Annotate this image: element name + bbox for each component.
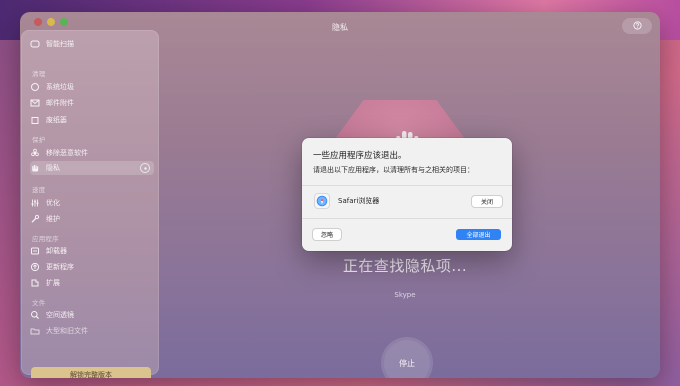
cleanmymac-window: 隐私 智能扫描 清理 系统垃圾 邮件附件 废纸篓 保护 移除恶意软件 隐私 速度… <box>20 12 660 378</box>
sidebar-section-protection: 保护 <box>32 136 46 144</box>
folder-icon <box>30 326 40 336</box>
sidebar-item-updater[interactable]: 更新程序 <box>30 260 154 274</box>
help-button[interactable] <box>622 18 652 34</box>
dialog-app-name: Safari浏览器 <box>338 197 380 205</box>
safari-icon <box>314 193 330 209</box>
unlock-full-version-button[interactable]: 解锁完整版本 <box>31 367 151 378</box>
sidebar-item-label: 废纸篓 <box>46 116 67 124</box>
sidebar-item-label: 邮件附件 <box>46 99 74 107</box>
help-icon <box>632 20 642 32</box>
sidebar-item-maintenance[interactable]: 维护 <box>30 212 154 226</box>
sidebar-item-malware[interactable]: 移除恶意软件 <box>30 146 154 160</box>
sidebar-item-space-lens[interactable]: 空间透镜 <box>30 308 154 322</box>
sidebar-item-optimize[interactable]: 优化 <box>30 196 154 210</box>
sidebar-section-speed: 速度 <box>32 186 46 194</box>
mail-icon <box>30 98 40 108</box>
uninstaller-icon <box>30 246 40 256</box>
smart-scan-icon <box>30 39 40 49</box>
sidebar-item-label: 空间透镜 <box>46 311 74 319</box>
stop-button[interactable]: 停止 <box>384 340 430 378</box>
sidebar-item-mail-attachments[interactable]: 邮件附件 <box>30 96 154 110</box>
sidebar-item-large-old-files[interactable]: 大型和旧文件 <box>30 324 154 338</box>
sidebar-item-system-junk[interactable]: 系统垃圾 <box>30 80 154 94</box>
stop-button-label: 停止 <box>399 358 415 368</box>
dialog-title: 一些应用程序应该退出。 <box>313 151 407 161</box>
sidebar-item-label: 卸载器 <box>46 247 67 255</box>
sidebar-item-label: 系统垃圾 <box>46 83 74 91</box>
sidebar-item-label: 智能扫描 <box>46 40 74 48</box>
sidebar-section-files: 文件 <box>32 299 46 307</box>
sidebar-item-label: 优化 <box>46 199 60 207</box>
quit-apps-dialog: 一些应用程序应该退出。 请退出以下应用程序，以清理所有与之相关的项目： Safa… <box>302 138 512 251</box>
sliders-icon <box>30 198 40 208</box>
update-arrow-icon <box>30 262 40 272</box>
sidebar-item-uninstaller[interactable]: 卸载器 <box>30 244 154 258</box>
hand-icon <box>30 163 40 173</box>
space-lens-icon <box>30 310 40 320</box>
wrench-icon <box>30 214 40 224</box>
dialog-subtitle: 请退出以下应用程序，以清理所有与之相关的项目： <box>313 166 474 174</box>
sidebar-item-label: 维护 <box>46 215 60 223</box>
scan-current-app: Skype <box>394 291 416 299</box>
sidebar-item-label: 扩展 <box>46 279 60 287</box>
sidebar-section-apps: 应用程序 <box>32 235 59 243</box>
sidebar-item-label: 大型和旧文件 <box>46 327 88 335</box>
scan-status-text: 正在查找隐私项... <box>342 257 468 275</box>
sidebar-item-label: 隐私 <box>46 164 60 172</box>
recycle-icon <box>30 82 40 92</box>
dialog-app-row: Safari浏览器 关闭 <box>314 193 502 209</box>
sidebar: 智能扫描 清理 系统垃圾 邮件附件 废纸篓 保护 移除恶意软件 隐私 速度 优化… <box>21 30 159 378</box>
sidebar-section-cleanup: 清理 <box>32 70 46 78</box>
dialog-divider <box>302 218 512 219</box>
ignore-button[interactable]: 忽略 <box>313 229 341 240</box>
sidebar-item-trash[interactable]: 废纸篓 <box>30 113 154 127</box>
active-indicator-icon <box>140 163 150 173</box>
sidebar-item-smart-scan[interactable]: 智能扫描 <box>30 37 154 51</box>
sidebar-item-privacy[interactable]: 隐私 <box>30 161 154 175</box>
trash-icon <box>30 115 40 125</box>
sidebar-item-label: 移除恶意软件 <box>46 149 88 157</box>
close-app-button[interactable]: 关闭 <box>472 195 502 207</box>
dialog-divider <box>302 185 512 186</box>
quit-all-button[interactable]: 全部退出 <box>456 229 501 240</box>
extensions-icon <box>30 278 40 288</box>
biohazard-icon <box>30 148 40 158</box>
sidebar-item-label: 更新程序 <box>46 263 74 271</box>
sidebar-item-extensions[interactable]: 扩展 <box>30 276 154 290</box>
